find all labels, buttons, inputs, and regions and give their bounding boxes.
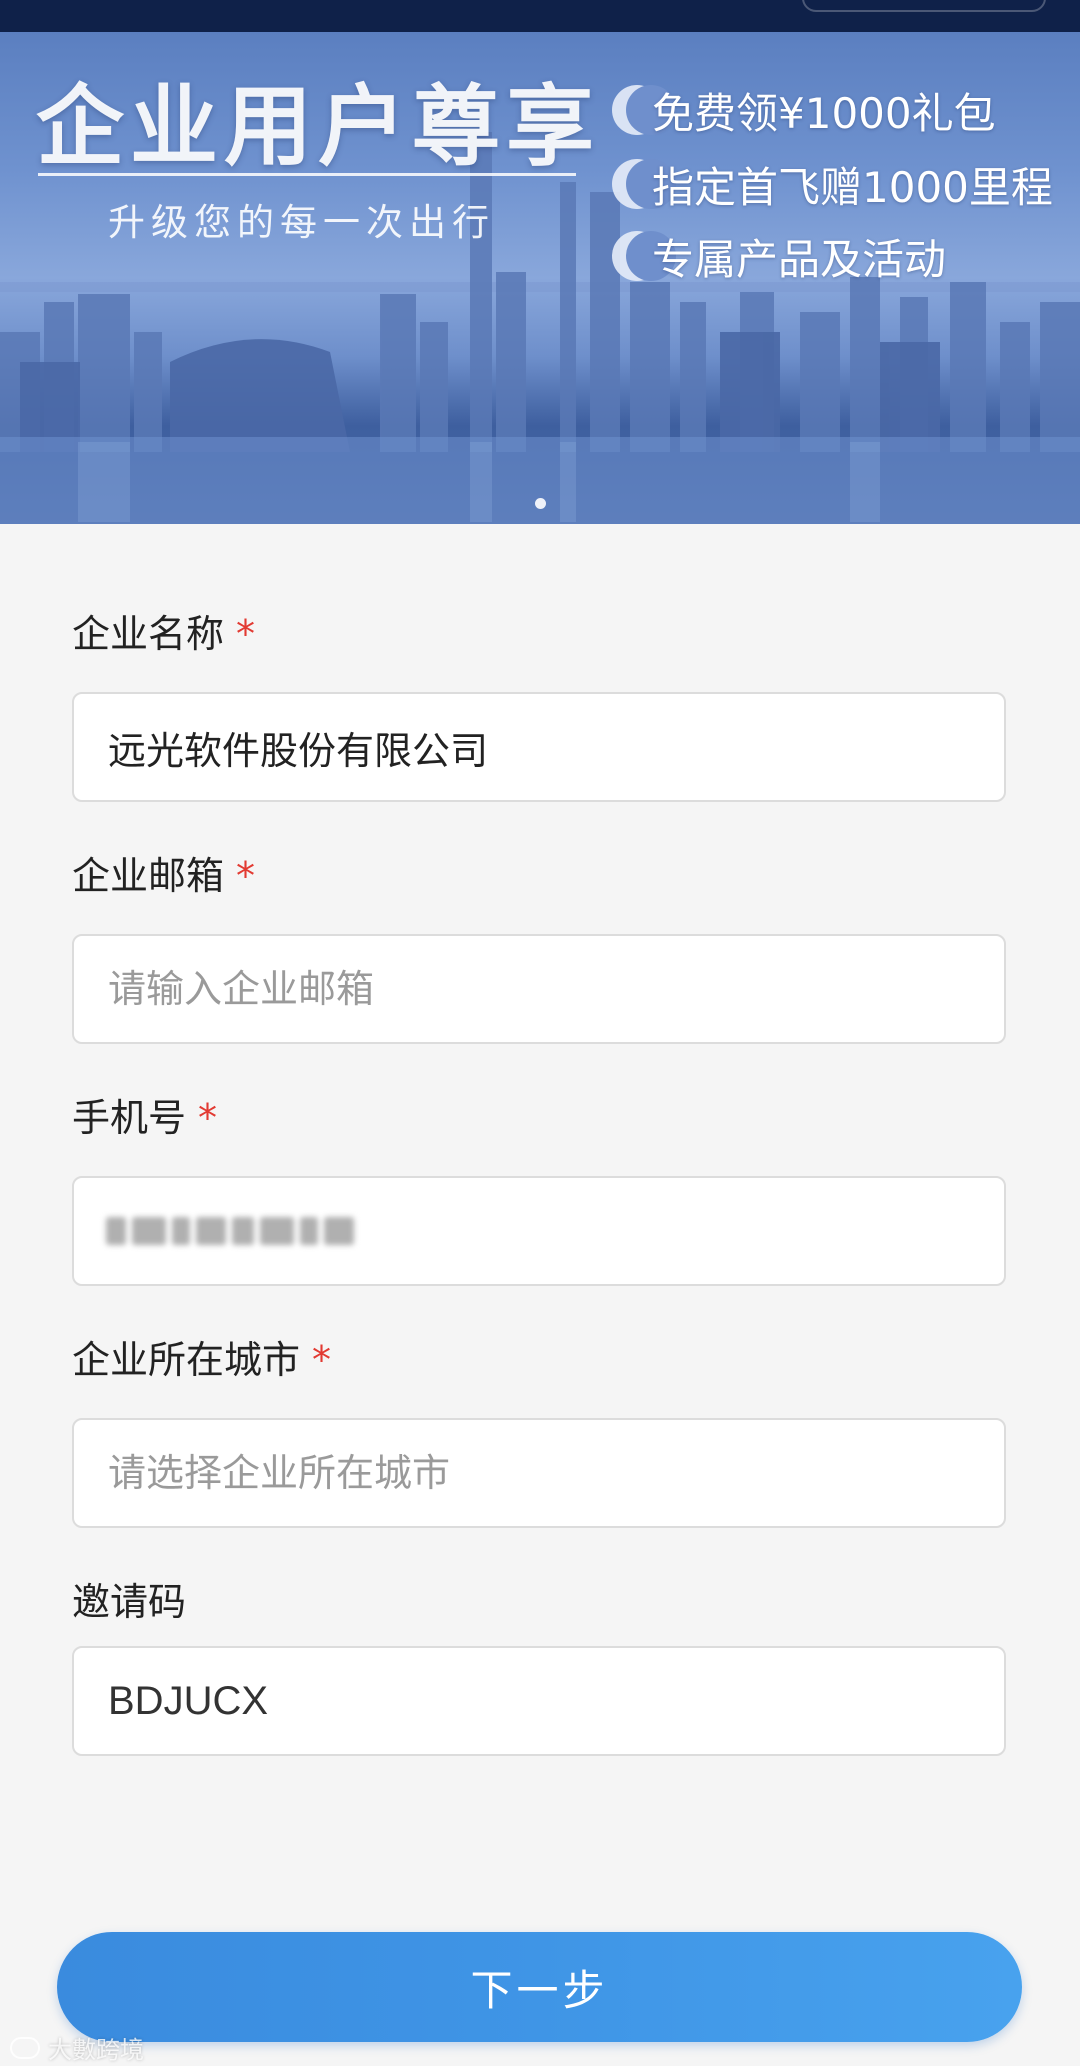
top-status-bar <box>0 0 1080 32</box>
field-group-company-email: 企业邮箱 * <box>72 846 1008 1044</box>
banner-perk-text: 专属产品及活动 <box>652 234 947 284</box>
required-asterisk: * <box>198 1096 218 1140</box>
banner-subtitle: 升级您的每一次出行 <box>108 201 495 244</box>
company-email-input[interactable] <box>106 966 970 1012</box>
next-step-button[interactable]: 下一步 <box>57 1932 1022 2042</box>
field-group-phone: 手机号 * <box>72 1088 1008 1286</box>
field-label: 邀请码 <box>72 1572 1008 1632</box>
watermark-text: 大數跨境 <box>48 2036 144 2064</box>
carousel-indicator <box>0 494 1080 513</box>
banner-perk-text: 指定首飞赠1000里程 <box>652 162 1053 212</box>
field-label: 手机号 * <box>72 1088 1008 1148</box>
field-label: 企业所在城市 * <box>72 1330 1008 1390</box>
top-pill-shape <box>802 0 1046 12</box>
required-asterisk: * <box>312 1338 332 1382</box>
company-city-label: 企业所在城市 <box>72 1338 301 1382</box>
crescent-icon <box>612 231 676 281</box>
field-group-company-name: 企业名称 * <box>72 604 1008 802</box>
carousel-dot-active[interactable] <box>534 498 546 509</box>
banner-perk: 免费领¥1000礼包 <box>612 80 996 140</box>
company-name-field[interactable] <box>72 692 1006 802</box>
banner-perk: 指定首飞赠1000里程 <box>612 154 1053 214</box>
banner-perk-text: 免费领¥1000礼包 <box>652 88 996 138</box>
invite-code-input[interactable] <box>106 1677 970 1725</box>
field-label: 企业邮箱 * <box>72 846 1008 906</box>
banner-perk: 专属产品及活动 <box>612 226 946 286</box>
company-name-label: 企业名称 <box>72 612 225 656</box>
crescent-icon <box>612 159 676 209</box>
promo-banner[interactable]: 企业用户尊享 升级您的每一次出行 免费领¥1000礼包 指定首飞赠1000里程 … <box>0 32 1080 524</box>
required-asterisk: * <box>236 612 256 656</box>
field-group-invite-code: 邀请码 <box>72 1572 1008 1756</box>
phone-label: 手机号 <box>72 1096 187 1140</box>
company-email-field[interactable] <box>72 934 1006 1044</box>
crescent-icon <box>612 85 676 135</box>
field-label: 企业名称 * <box>72 604 1008 664</box>
field-group-company-city: 企业所在城市 * <box>72 1330 1008 1528</box>
company-city-field[interactable] <box>72 1418 1006 1528</box>
invite-code-field[interactable] <box>72 1646 1006 1756</box>
watermark-logo-icon <box>10 2036 40 2059</box>
phone-value-masked[interactable] <box>106 1211 366 1251</box>
company-city-select[interactable] <box>106 1450 970 1496</box>
watermark: 大數跨境 <box>10 2030 144 2065</box>
required-asterisk: * <box>236 854 256 898</box>
company-name-input[interactable] <box>106 724 970 770</box>
banner-title: 企业用户尊享 <box>36 75 601 178</box>
phone-field[interactable] <box>72 1176 1006 1286</box>
registration-form: 企业名称* 企业邮箱* 手机号* 企业所在城市* <box>72 604 1008 1800</box>
banner-divider <box>38 173 576 176</box>
company-email-label: 企业邮箱 <box>72 854 225 898</box>
invite-code-label: 邀请码 <box>72 1580 187 1624</box>
